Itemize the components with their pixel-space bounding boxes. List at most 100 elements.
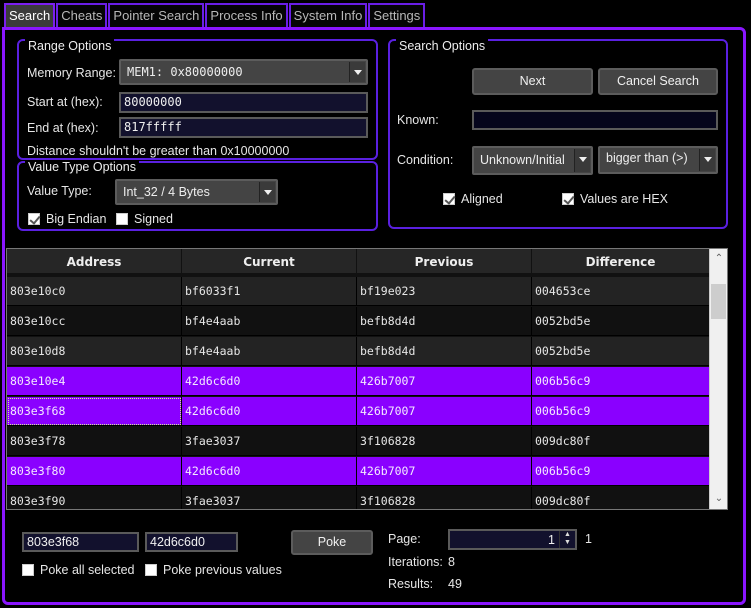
checkbox-checked-icon <box>562 193 574 205</box>
memory-range-label: Memory Range: <box>27 66 116 80</box>
cell-address[interactable]: 803e10cc <box>7 307 182 336</box>
cell-address[interactable]: 803e3f68 <box>7 397 182 426</box>
cell-difference[interactable]: 006b56c9 <box>532 397 710 426</box>
cell-difference[interactable]: 0052bd5e <box>532 307 710 336</box>
page-spinbox[interactable]: 1 ▲ ▼ <box>448 529 577 550</box>
column-header-current[interactable]: Current <box>182 249 357 275</box>
results-value: 49 <box>448 577 462 591</box>
cell-address[interactable]: 803e3f90 <box>7 487 182 509</box>
value-type-select[interactable]: Int_32 / 4 Bytes <box>115 179 278 205</box>
cancel-search-button[interactable]: Cancel Search <box>598 68 718 95</box>
table-row[interactable]: 803e3f90 3fae3037 3f106828 009dc80f <box>7 487 710 509</box>
cell-previous[interactable]: 3f106828 <box>357 487 532 509</box>
condition-label: Condition: <box>397 153 454 167</box>
table-row[interactable]: 803e10d8 bf4e4aab befb8d4d 0052bd5e <box>7 337 710 366</box>
column-header-previous[interactable]: Previous <box>357 249 532 275</box>
poke-address-input[interactable]: 803e3f68 <box>22 532 139 552</box>
cell-current[interactable]: 3fae3037 <box>182 427 357 456</box>
cell-difference[interactable]: 0052bd5e <box>532 337 710 366</box>
aligned-checkbox[interactable]: Aligned <box>443 192 503 206</box>
known-value-input[interactable] <box>472 110 718 130</box>
checkbox-unchecked-icon <box>145 564 157 576</box>
page-total: 1 <box>585 532 592 546</box>
values-hex-checkbox[interactable]: Values are HEX <box>562 192 668 206</box>
tab-bar: Search Cheats Pointer Search Process Inf… <box>4 3 426 27</box>
tab-cheats[interactable]: Cheats <box>56 3 108 27</box>
tab-system-info[interactable]: System Info <box>288 3 368 27</box>
tab-search[interactable]: Search <box>4 3 56 27</box>
cell-address[interactable]: 803e10e4 <box>7 367 182 396</box>
cell-current[interactable]: 42d6c6d0 <box>182 457 357 486</box>
cell-address[interactable]: 803e10d8 <box>7 337 182 366</box>
table-row[interactable]: 803e10cc bf4e4aab befb8d4d 0052bd5e <box>7 307 710 336</box>
poke-all-selected-checkbox[interactable]: Poke all selected <box>22 563 135 577</box>
cell-current[interactable]: bf6033f1 <box>182 277 357 306</box>
results-label: Results: <box>388 577 434 591</box>
spin-up-icon[interactable]: ▲ <box>560 531 575 539</box>
distance-note: Distance shouldn't be greater than 0x100… <box>27 144 290 158</box>
cell-previous[interactable]: befb8d4d <box>357 307 532 336</box>
spin-down-icon[interactable]: ▼ <box>560 539 575 547</box>
cell-address[interactable]: 803e3f80 <box>7 457 182 486</box>
end-at-label: End at (hex): <box>27 121 99 135</box>
cell-previous[interactable]: befb8d4d <box>357 337 532 366</box>
big-endian-checkbox[interactable]: Big Endian <box>28 212 106 226</box>
condition-select[interactable]: Unknown/Initial <box>472 146 593 175</box>
cell-current[interactable]: 42d6c6d0 <box>182 367 357 396</box>
comparison-select[interactable]: bigger than (>) <box>598 146 718 174</box>
start-at-label: Start at (hex): <box>27 95 103 109</box>
column-header-address[interactable]: Address <box>7 249 182 275</box>
table-row[interactable]: 803e10e4 42d6c6d0 426b7007 006b56c9 <box>7 367 710 396</box>
tab-pointer-search[interactable]: Pointer Search <box>108 3 205 27</box>
big-endian-label: Big Endian <box>46 212 107 226</box>
cell-previous[interactable]: bf19e023 <box>357 277 532 306</box>
page-value: 1 <box>548 533 555 547</box>
cell-difference[interactable]: 009dc80f <box>532 487 710 509</box>
scrollbar-thumb[interactable] <box>711 284 726 319</box>
scroll-down-icon[interactable]: ⌄ <box>713 493 725 505</box>
poke-all-selected-label: Poke all selected <box>40 563 135 577</box>
chevron-down-icon <box>259 182 275 202</box>
cell-previous[interactable]: 426b7007 <box>357 457 532 486</box>
cell-current[interactable]: 42d6c6d0 <box>182 397 357 426</box>
scroll-up-icon[interactable]: ⌃ <box>713 253 725 265</box>
results-table: Address Current Previous Difference 803e… <box>6 248 728 510</box>
table-row[interactable]: 803e10c0 bf6033f1 bf19e023 004653ce <box>7 277 710 306</box>
cell-previous[interactable]: 426b7007 <box>357 397 532 426</box>
poke-button[interactable]: Poke <box>291 530 373 555</box>
value-type-value: Int_32 / 4 Bytes <box>123 185 210 199</box>
cell-current[interactable]: 3fae3037 <box>182 487 357 509</box>
cell-difference[interactable]: 009dc80f <box>532 427 710 456</box>
end-at-input[interactable]: 817fffff <box>119 117 368 138</box>
table-row[interactable]: 803e3f68 42d6c6d0 426b7007 006b56c9 <box>7 397 710 426</box>
cell-difference[interactable]: 004653ce <box>532 277 710 306</box>
signed-label: Signed <box>134 212 173 226</box>
start-at-input[interactable]: 80000000 <box>119 92 368 113</box>
condition-value: Unknown/Initial <box>480 153 565 167</box>
checkbox-checked-icon <box>28 213 40 225</box>
cell-address[interactable]: 803e10c0 <box>7 277 182 306</box>
memory-range-value: MEM1: 0x80000000 <box>127 65 243 79</box>
memory-range-select[interactable]: MEM1: 0x80000000 <box>119 59 368 85</box>
chevron-down-icon <box>699 149 715 171</box>
cell-current[interactable]: bf4e4aab <box>182 307 357 336</box>
value-type-options-title: Value Type Options <box>25 160 139 174</box>
cell-address[interactable]: 803e3f78 <box>7 427 182 456</box>
poke-value-input[interactable]: 42d6c6d0 <box>145 532 238 552</box>
cell-previous[interactable]: 3f106828 <box>357 427 532 456</box>
table-scrollbar[interactable]: ⌃ ⌄ <box>709 249 727 509</box>
poke-previous-values-checkbox[interactable]: Poke previous values <box>145 563 282 577</box>
cell-previous[interactable]: 426b7007 <box>357 367 532 396</box>
signed-checkbox[interactable]: Signed <box>116 212 173 226</box>
cell-current[interactable]: bf4e4aab <box>182 337 357 366</box>
tab-settings[interactable]: Settings <box>368 3 426 27</box>
page-spin-buttons: ▲ ▼ <box>559 531 575 548</box>
cell-difference[interactable]: 006b56c9 <box>532 367 710 396</box>
table-row[interactable]: 803e3f80 42d6c6d0 426b7007 006b56c9 <box>7 457 710 486</box>
chevron-down-icon <box>349 62 365 82</box>
column-header-difference[interactable]: Difference <box>532 249 710 275</box>
table-row[interactable]: 803e3f78 3fae3037 3f106828 009dc80f <box>7 427 710 456</box>
cell-difference[interactable]: 006b56c9 <box>532 457 710 486</box>
next-button[interactable]: Next <box>472 68 593 95</box>
tab-process-info[interactable]: Process Info <box>205 3 288 27</box>
